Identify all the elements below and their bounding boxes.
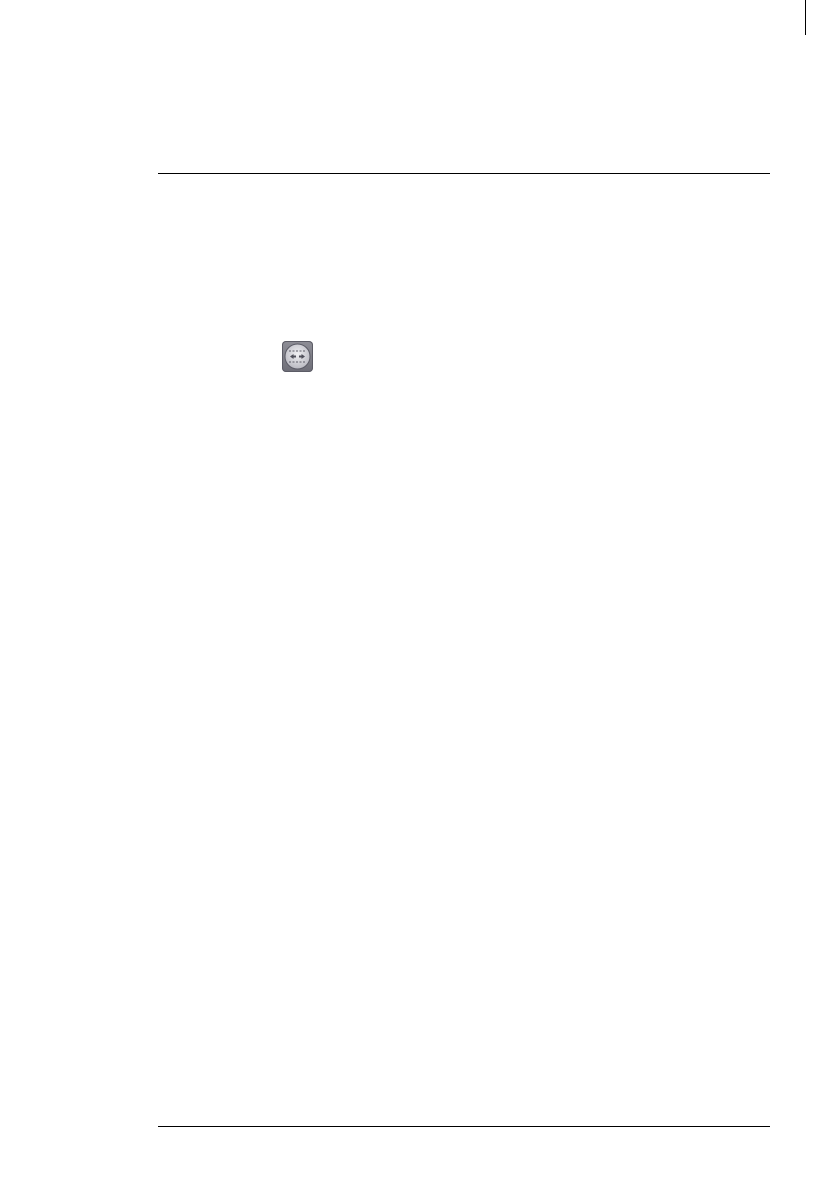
expand-horizontal-icon (282, 341, 313, 372)
footer-rule (158, 1126, 770, 1127)
header-rule (158, 173, 770, 174)
crop-mark (805, 0, 806, 35)
expand-horizontal-icon-graphic (284, 343, 311, 370)
